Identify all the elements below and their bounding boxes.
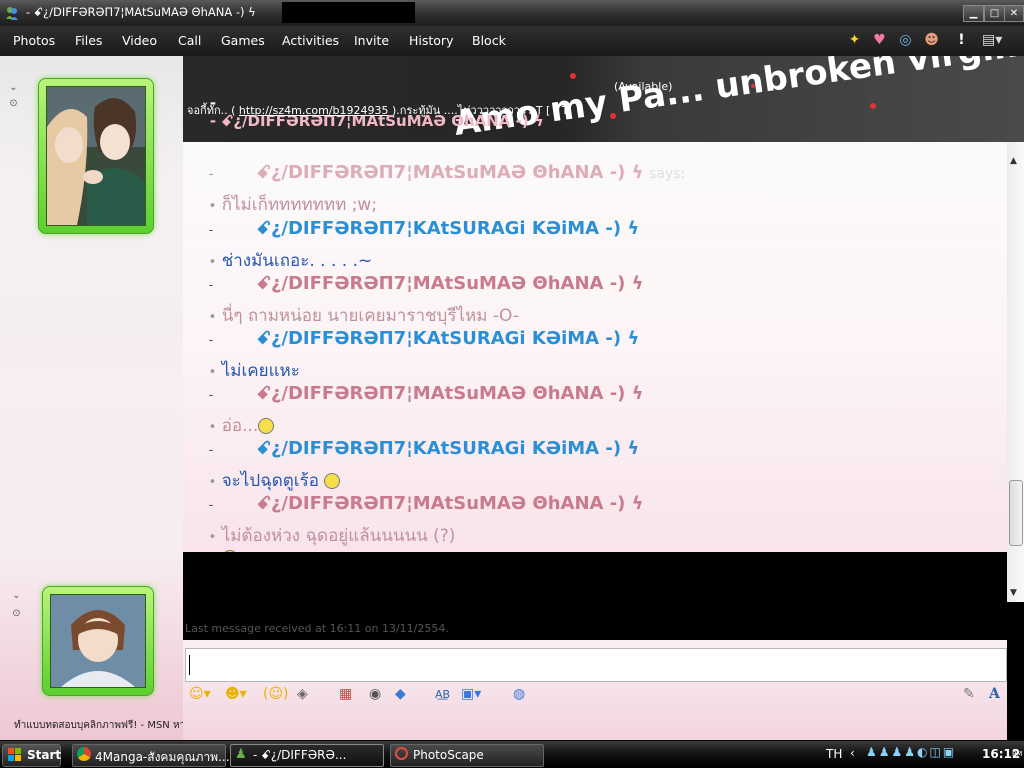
menu-video[interactable]: Video — [122, 33, 157, 48]
webcam-icon[interactable]: ⊙ — [11, 608, 22, 619]
pm-prefix: จอกี้ทัก.. ( — [187, 104, 239, 117]
menu-files[interactable]: Files — [75, 33, 102, 48]
nudge-icon[interactable]: (☺) — [263, 686, 289, 703]
conversation-header: Amo my Pa... unbroken virgin... of livin… — [183, 56, 1024, 142]
pm-link[interactable]: http://sz4m.com/b1924935 — [239, 104, 389, 117]
text-caret — [189, 655, 190, 675]
contact-avatar[interactable] — [38, 78, 154, 234]
task-label: 4Manga-สังคมคุณภาพ... — [95, 750, 230, 764]
text-style-icon[interactable]: A — [989, 686, 1000, 703]
wink-icon[interactable]: ☻▾ — [225, 686, 247, 703]
tray-icons[interactable]: ♟♟♟♟◐◫▣ — [866, 745, 974, 763]
redacted-region — [183, 552, 716, 622]
emoticon-icon[interactable]: ☺▾ — [189, 686, 211, 703]
background-icon[interactable]: ▦ — [339, 686, 352, 703]
task-label: PhotoScape — [413, 748, 484, 762]
font-icon[interactable]: A͟B — [435, 686, 450, 703]
redacted-region — [282, 2, 415, 23]
send-file-icon[interactable]: ▣▾ — [461, 686, 481, 703]
user-avatar[interactable] — [42, 586, 154, 696]
message-text: • — [187, 528, 238, 552]
menu-block[interactable]: Block — [472, 33, 506, 48]
start-label: Start — [27, 748, 62, 762]
voice-clip-icon[interactable]: ◈ — [297, 686, 308, 703]
heart-icon[interactable]: ♥ — [871, 32, 888, 49]
task-messenger[interactable]: ♟ - ꗃ¿/DIFFƏRƏ... — [230, 744, 384, 767]
wand-icon[interactable]: ✦ — [846, 32, 863, 49]
block-icon[interactable]: ◍ — [513, 686, 525, 703]
chat-scrollbar[interactable]: ▲ ▼ — [1007, 142, 1024, 602]
last-message-status: Last message received at 16:11 on 13/11/… — [185, 622, 449, 635]
pm-suffix: ).กระทู้มัน ....ไม่วววววววววว T [ ] T — [388, 104, 569, 117]
scrollbar-thumb[interactable] — [1009, 480, 1023, 546]
compose-area: ☺▾ ☻▾ (☺) ◈ ▦ ◉ ◆ A͟B ▣▾ ◍ ✎ A — [183, 640, 1007, 740]
menu-activities[interactable]: Activities — [282, 33, 339, 48]
options-icon[interactable]: ▤▾ — [982, 32, 1002, 49]
menu-photos[interactable]: Photos — [13, 33, 55, 48]
menu-history[interactable]: History — [409, 33, 453, 48]
messenger-icon: ♟ — [235, 747, 247, 762]
handwriting-icon[interactable]: ✎ — [963, 686, 975, 703]
ink-icon[interactable]: ◉ — [369, 686, 381, 703]
smiley-search-icon[interactable]: ◎ — [897, 32, 914, 49]
maximize-button[interactable]: □ — [984, 5, 1005, 22]
menu-invite[interactable]: Invite — [354, 33, 389, 48]
message-input[interactable] — [185, 648, 1007, 682]
sender-name: ꗃ¿/DIFFƏRƏΠ7¦MAtSuMAƏ ΘhANA -) ϟ — [256, 383, 644, 404]
photoscape-icon — [395, 747, 408, 760]
close-button[interactable]: ✕ — [1004, 5, 1024, 22]
collapse-icon[interactable]: ⌄ — [11, 590, 22, 601]
contact-status: (Available) — [614, 80, 673, 93]
collapse-icon[interactable]: ⌄ — [8, 82, 19, 93]
minimize-button[interactable]: ▁ — [963, 5, 984, 22]
conversation-history[interactable]: - ꗃ¿/DIFFƏRƏΠ7¦MAtSuMAƏ ΘhANA -) ϟ says:… — [183, 142, 1007, 552]
says-label: says: — [648, 166, 686, 182]
contact-sidebar: ⌄ ⊙ ⌄ ⊙ ทำแบบทดสอบบุคลิกภาพฟรี! - MSN หา… — [0, 56, 192, 740]
monster-icon[interactable]: ☻ — [923, 32, 940, 49]
task-label: - ꗃ¿/DIFFƏRƏ... — [253, 748, 347, 762]
start-button[interactable]: Start — [2, 744, 61, 767]
menu-bar: Photos Files Video Call Games Activities… — [0, 26, 1024, 56]
message-body: ไม่ต้องห่วง ฉุดอยู่แล้นนนนน (?) — [221, 526, 456, 546]
messenger-icon — [6, 7, 18, 20]
taskbar: Start 4Manga-สังคมคุณภาพ... ♟ - ꗃ¿/DIFFƏ… — [0, 741, 1024, 768]
menu-games[interactable]: Games — [221, 33, 265, 48]
personal-message: จอกี้ทัก.. ( http://sz4m.com/b1924935 ).… — [187, 101, 568, 119]
scroll-down-icon[interactable]: ▼ — [1010, 588, 1017, 598]
user-avatar-image — [50, 594, 146, 688]
window-title-bar[interactable]: - ꗃ¿/DIFFƏRƏΠ7¦MAtSuMAƏ ΘhANA -) ϟ ▁ □ ✕ — [0, 0, 1024, 26]
format-toolbar: ☺▾ ☻▾ (☺) ◈ ▦ ◉ ◆ A͟B ▣▾ ◍ ✎ A — [185, 682, 1005, 708]
task-photoscape[interactable]: PhotoScape — [390, 744, 544, 767]
scroll-up-icon[interactable]: ▲ — [1010, 156, 1017, 166]
contact-avatar-image — [46, 86, 146, 226]
webcam-icon[interactable]: ⊙ — [8, 98, 19, 109]
window-title: - ꗃ¿/DIFFƏRƏΠ7¦MAtSuMAƏ ΘhANA -) ϟ — [26, 5, 256, 19]
windows-logo-icon — [8, 748, 21, 761]
msn-ad-link[interactable]: ทำแบบทดสอบบุคลิกภาพฟรี! - MSN หาคู่ — [14, 718, 192, 733]
alert-icon[interactable]: ! — [953, 32, 970, 49]
clock-ampm: PM — [1012, 750, 1023, 758]
task-chrome[interactable]: 4Manga-สังคมคุณภาพ... — [72, 744, 230, 767]
menu-call[interactable]: Call — [178, 33, 201, 48]
language-indicator[interactable]: TH — [826, 747, 842, 761]
chrome-icon — [77, 747, 91, 761]
tray-chevron-icon[interactable]: ‹ — [850, 746, 855, 760]
game-icon[interactable]: ◆ — [395, 686, 406, 703]
sender-name: ꗃ¿/DIFFƏRƏΠ7¦KAtSURAGi KƏiMA -) ϟ — [256, 328, 640, 349]
